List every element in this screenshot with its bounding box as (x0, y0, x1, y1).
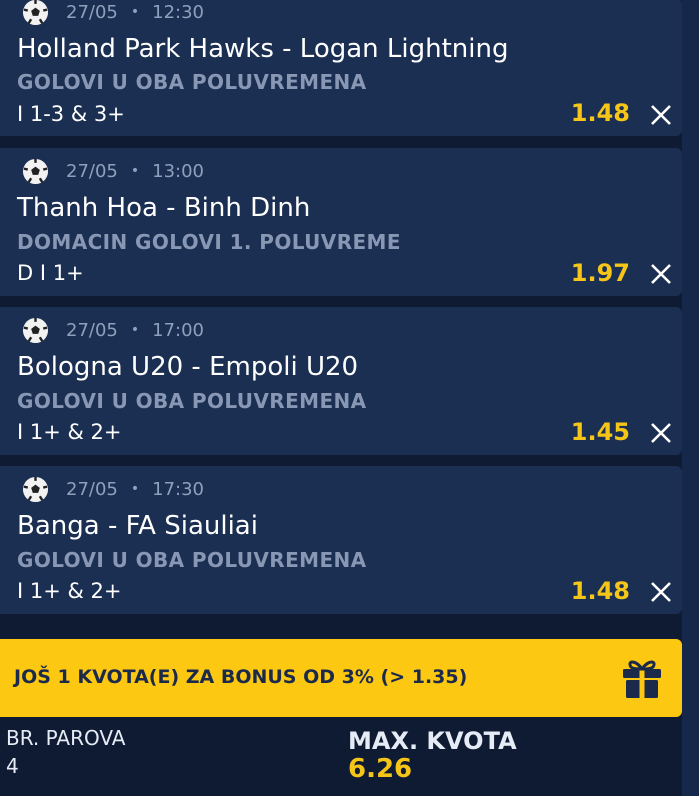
scroll-track (682, 0, 699, 796)
market-name: GOLOVI U OBA POLUVREMENA (17, 389, 367, 413)
separator-dot: • (130, 481, 140, 497)
close-icon[interactable] (650, 422, 672, 444)
match-meta: 27/05 • 12:30 (22, 0, 204, 26)
match-teams: Holland Park Hawks - Logan Lightning (17, 34, 509, 64)
soccer-ball-icon (22, 476, 49, 502)
bet-slip-item: 27/05 • 17:00 Bologna U20 - Empoli U20 G… (0, 307, 682, 455)
pick-name: I 1-3 & 3+ (17, 102, 125, 126)
market-name: GOLOVI U OBA POLUVREMENA (17, 548, 367, 572)
soccer-ball-icon (22, 317, 49, 343)
separator-dot: • (130, 4, 140, 20)
market-name: DOMACIN GOLOVI 1. POLUVREME (17, 230, 401, 254)
odd-value: 1.48 (570, 577, 630, 605)
match-time: 17:30 (152, 478, 205, 500)
match-date: 27/05 (66, 478, 118, 500)
odd-value: 1.45 (570, 418, 630, 446)
pairs-count-label: BR. PAROVA (6, 726, 126, 750)
pick-name: D I 1+ (17, 261, 84, 285)
odd-value: 1.97 (570, 259, 630, 287)
odd-value: 1.48 (570, 99, 630, 127)
soccer-ball-icon (22, 0, 49, 25)
match-time: 13:00 (152, 160, 205, 182)
match-time: 12:30 (152, 1, 205, 23)
match-meta: 27/05 • 13:00 (22, 157, 204, 185)
match-date: 27/05 (66, 319, 118, 341)
match-meta: 27/05 • 17:00 (22, 316, 204, 344)
match-date: 27/05 (66, 1, 118, 23)
close-icon[interactable] (650, 263, 672, 285)
separator-dot: • (130, 163, 140, 179)
bonus-banner[interactable]: JOŠ 1 KVOTA(E) ZA BONUS OD 3% (> 1.35) (0, 639, 682, 717)
match-meta: 27/05 • 17:30 (22, 475, 204, 503)
bet-slip-item: 27/05 • 13:00 Thanh Hoa - Binh Dinh DOMA… (0, 148, 682, 296)
bet-slip-item: 27/05 • 12:30 Holland Park Hawks - Logan… (0, 0, 682, 136)
pick-name: I 1+ & 2+ (17, 420, 122, 444)
match-date: 27/05 (66, 160, 118, 182)
market-name: GOLOVI U OBA POLUVREMENA (17, 70, 367, 94)
match-time: 17:00 (152, 319, 205, 341)
max-odd-value: 6.26 (348, 754, 413, 784)
match-teams: Bologna U20 - Empoli U20 (17, 352, 359, 382)
match-teams: Thanh Hoa - Binh Dinh (17, 193, 311, 223)
match-teams: Banga - FA Siauliai (17, 511, 258, 541)
soccer-ball-icon (22, 158, 49, 184)
close-icon[interactable] (650, 104, 672, 126)
separator-dot: • (130, 322, 140, 338)
pairs-count-value: 4 (6, 754, 19, 778)
close-icon[interactable] (650, 581, 672, 603)
bet-slip-item: 27/05 • 17:30 Banga - FA Siauliai GOLOVI… (0, 466, 682, 614)
gift-icon (623, 660, 661, 698)
max-odd-label: MAX. KVOTA (348, 727, 517, 755)
bonus-text: JOŠ 1 KVOTA(E) ZA BONUS OD 3% (> 1.35) (14, 666, 468, 688)
pick-name: I 1+ & 2+ (17, 579, 122, 603)
